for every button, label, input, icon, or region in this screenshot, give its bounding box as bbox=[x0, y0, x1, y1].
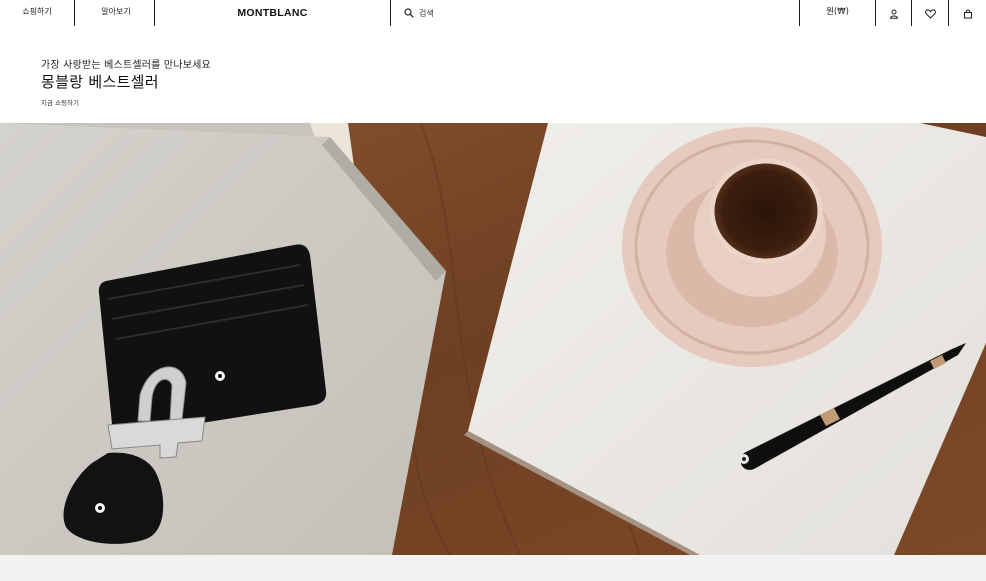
user-icon bbox=[889, 4, 899, 23]
hero-illustration bbox=[0, 123, 986, 555]
nav-divider bbox=[948, 0, 949, 26]
nav-divider bbox=[390, 0, 391, 26]
brand-logo[interactable]: MONTBLANC bbox=[200, 0, 345, 26]
currency-selector[interactable]: 원(₩) bbox=[800, 0, 875, 26]
nav-shop-link[interactable]: 쇼핑하기 bbox=[0, 0, 74, 26]
nav-discover-link[interactable]: 알아보기 bbox=[78, 0, 154, 26]
hero-title: 몽블랑 베스트셀러 bbox=[41, 73, 159, 91]
next-section-strip bbox=[0, 555, 986, 581]
search-field[interactable]: 검색 bbox=[404, 6, 434, 20]
account-button[interactable] bbox=[876, 0, 912, 26]
nav-divider bbox=[74, 0, 75, 26]
coffee-cup bbox=[622, 127, 882, 367]
heart-icon bbox=[924, 4, 936, 23]
top-navigation: 쇼핑하기 알아보기 MONTBLANC 검색 원(₩) bbox=[0, 0, 986, 26]
wishlist-button[interactable] bbox=[912, 0, 948, 26]
search-placeholder: 검색 bbox=[419, 8, 434, 18]
bag-icon bbox=[963, 4, 973, 23]
search-icon bbox=[404, 8, 414, 18]
nav-divider bbox=[154, 0, 155, 26]
hero-eyebrow: 가장 사랑받는 베스트셀러를 만나보세요 bbox=[41, 60, 211, 71]
shop-now-link[interactable]: 지금 쇼핑하기 bbox=[41, 97, 79, 107]
cart-button[interactable] bbox=[950, 0, 986, 26]
hero-image[interactable] bbox=[0, 123, 986, 555]
